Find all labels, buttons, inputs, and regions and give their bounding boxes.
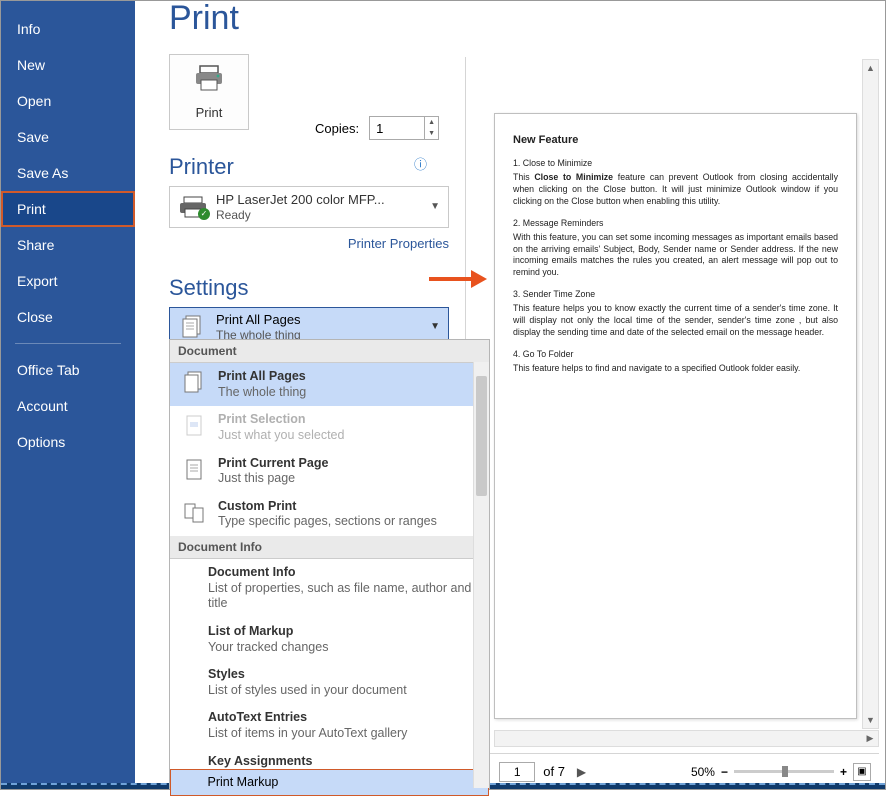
pages-icon xyxy=(178,313,206,341)
sidebar-separator xyxy=(15,343,121,344)
printer-properties-link[interactable]: Printer Properties xyxy=(169,236,449,251)
annotation-arrow-icon xyxy=(427,267,487,291)
pages-custom-icon xyxy=(180,499,208,527)
opt-print-markup[interactable]: Print Markup xyxy=(170,769,489,796)
sidebar-item-officetab[interactable]: Office Tab xyxy=(1,352,135,388)
doc-heading: New Feature xyxy=(513,134,838,146)
print-button[interactable]: Print xyxy=(169,54,249,130)
copies-up-icon[interactable]: ▲ xyxy=(425,117,438,128)
copies-label: Copies: xyxy=(315,121,359,136)
page-icon xyxy=(180,456,208,484)
preview-page: New Feature 1. Close to Minimize This Cl… xyxy=(494,113,857,719)
pages-icon xyxy=(180,369,208,397)
sidebar-item-open[interactable]: Open xyxy=(1,83,135,119)
doc-sec1: 1. Close to Minimize xyxy=(513,158,838,168)
sidebar-item-new[interactable]: New xyxy=(1,47,135,83)
printer-select[interactable]: ✓ HP LaserJet 200 color MFP... Ready ▼ xyxy=(169,186,449,228)
zoom-label: 50% xyxy=(691,765,715,779)
preview-vscrollbar[interactable]: ▲ ▼ xyxy=(862,59,879,729)
sidebar-item-account[interactable]: Account xyxy=(1,388,135,424)
print-button-label: Print xyxy=(196,105,223,120)
page-title: Print xyxy=(169,0,449,38)
sidebar-item-print[interactable]: Print xyxy=(1,191,135,227)
print-preview: ▲ ▼ ▶ New Feature 1. Close to Minimize T… xyxy=(465,57,879,789)
print-panel: Print Print Copies: 1 ▲▼ ⓘ xyxy=(135,1,465,789)
printer-icon xyxy=(193,64,225,97)
scroll-right-icon[interactable]: ▶ xyxy=(862,731,878,746)
print-what-title: Print All Pages xyxy=(216,312,301,328)
printer-name: HP LaserJet 200 color MFP... xyxy=(216,192,385,208)
dropdown-group-document: Document xyxy=(170,340,489,363)
info-icon[interactable]: ⓘ xyxy=(414,154,427,173)
printer-heading: Printer xyxy=(169,154,449,180)
opt-autotext-entries[interactable]: AutoText EntriesList of items in your Au… xyxy=(170,704,489,747)
app-root: Info New Open Save Save As Print Share E… xyxy=(0,0,886,790)
sidebar-item-options[interactable]: Options xyxy=(1,424,135,460)
printer-status: Ready xyxy=(216,208,385,222)
sidebar-item-save[interactable]: Save xyxy=(1,119,135,155)
page-number-field[interactable]: 1 xyxy=(499,762,535,782)
zoom-out-button[interactable]: − xyxy=(721,765,728,779)
printer-icon: ✓ xyxy=(178,196,208,218)
chevron-down-icon: ▼ xyxy=(430,201,440,212)
page-selection-icon xyxy=(180,412,208,440)
chevron-down-icon: ▼ xyxy=(430,321,440,332)
opt-key-assignments[interactable]: Key Assignments xyxy=(170,748,489,770)
zoom-in-button[interactable]: + xyxy=(840,765,847,779)
sidebar-item-info[interactable]: Info xyxy=(1,11,135,47)
fit-to-window-button[interactable]: ▣ xyxy=(853,763,871,781)
backstage-sidebar: Info New Open Save Save As Print Share E… xyxy=(1,1,135,789)
opt-print-current-page[interactable]: Print Current PageJust this page xyxy=(170,450,489,493)
sidebar-item-close[interactable]: Close xyxy=(1,299,135,335)
preview-hscrollbar[interactable]: ▶ xyxy=(494,730,879,747)
dropdown-scrollbar[interactable] xyxy=(473,362,489,788)
zoom-slider[interactable] xyxy=(734,770,834,773)
settings-heading: Settings xyxy=(169,275,449,301)
next-page-button[interactable]: ▶ xyxy=(573,763,590,781)
copies-value: 1 xyxy=(370,121,424,136)
opt-list-of-markup[interactable]: List of MarkupYour tracked changes xyxy=(170,618,489,661)
sidebar-item-share[interactable]: Share xyxy=(1,227,135,263)
main-area: Print Print Copies: 1 ▲▼ ⓘ xyxy=(135,1,885,789)
check-icon: ✓ xyxy=(198,208,210,220)
opt-styles[interactable]: StylesList of styles used in your docume… xyxy=(170,661,489,704)
dropdown-group-docinfo: Document Info xyxy=(170,536,489,559)
print-what-dropdown: Document Print All PagesThe whole thing … xyxy=(169,339,490,789)
copies-down-icon[interactable]: ▼ xyxy=(425,128,438,139)
doc-sec3: 3. Sender Time Zone xyxy=(513,289,838,299)
page-count-label: of 7 xyxy=(543,764,565,779)
scroll-up-icon[interactable]: ▲ xyxy=(863,60,878,76)
opt-print-selection: Print SelectionJust what you selected xyxy=(170,406,489,449)
sidebar-item-saveas[interactable]: Save As xyxy=(1,155,135,191)
opt-print-all-pages[interactable]: Print All PagesThe whole thing xyxy=(170,363,489,406)
doc-sec2: 2. Message Reminders xyxy=(513,218,838,228)
copies-stepper[interactable]: 1 ▲▼ xyxy=(369,116,439,140)
opt-document-info[interactable]: Document InfoList of properties, such as… xyxy=(170,559,489,618)
doc-sec4: 4. Go To Folder xyxy=(513,349,838,359)
scroll-down-icon[interactable]: ▼ xyxy=(863,712,878,728)
opt-custom-print[interactable]: Custom PrintType specific pages, section… xyxy=(170,493,489,536)
sidebar-item-export[interactable]: Export xyxy=(1,263,135,299)
